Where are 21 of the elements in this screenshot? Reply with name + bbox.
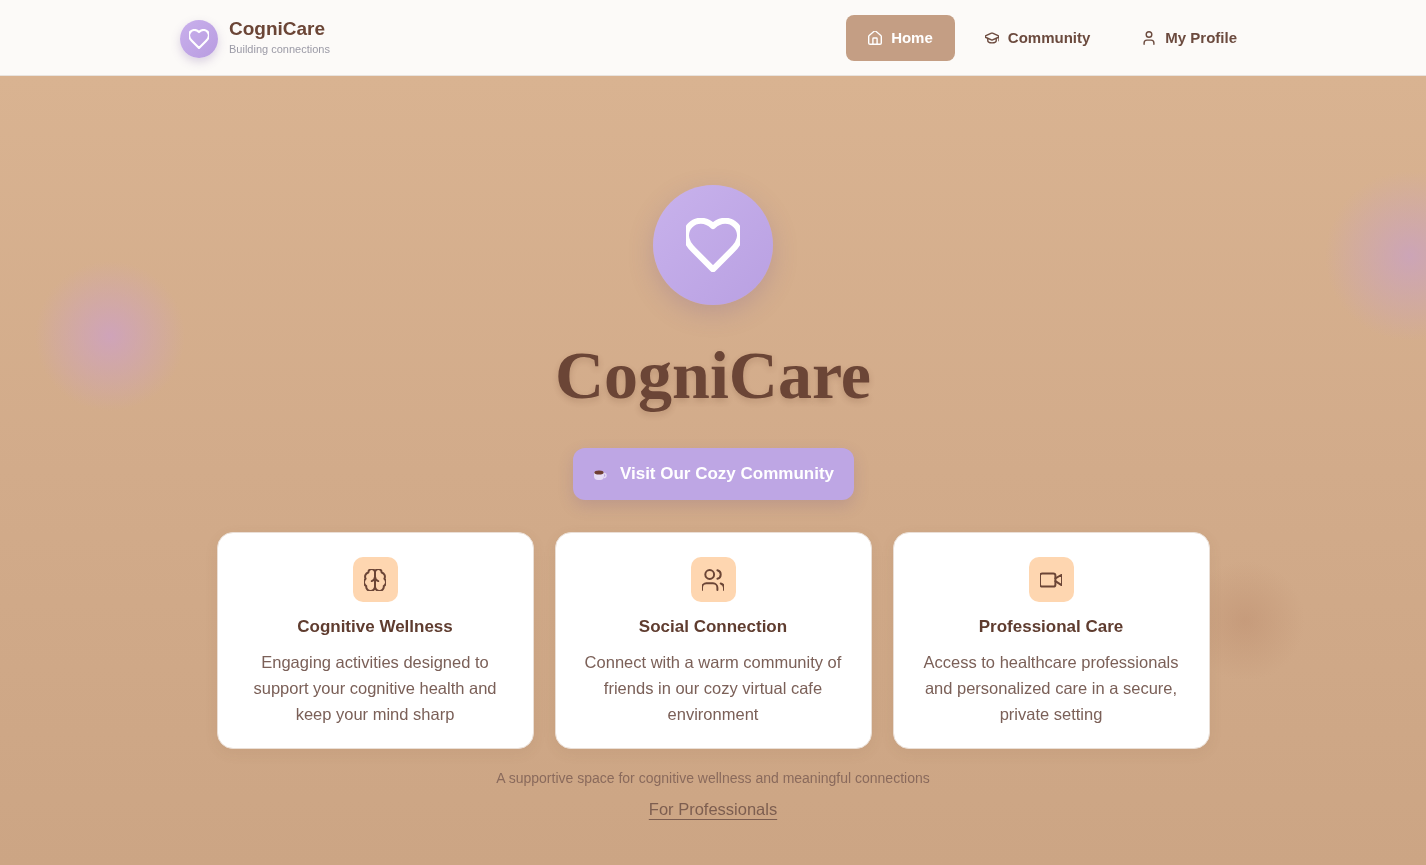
visit-community-button[interactable]: Visit Our Cozy Community — [572, 448, 854, 500]
logo-title: CogniCare — [229, 16, 327, 41]
tagline-text: A supportive space for cognitive wellness and meaningful connections — [496, 769, 930, 788]
hero-title: CogniCare — [554, 336, 872, 415]
nav-tab[interactable]: My Profile — [1120, 14, 1259, 61]
feature-title: Social Connection — [638, 616, 788, 638]
feature-description: Connect with a warm community of friends in our cozy virtual cafe environment — [583, 652, 843, 725]
brain-icon — [352, 557, 398, 602]
feature-description: Access to healthcare professionals and personalized care in a secure, private setting — [922, 652, 1180, 725]
feature-title: Professional Care — [978, 616, 1124, 638]
feature-title: Cognitive Wellness — [297, 616, 453, 638]
people-icon — [690, 557, 736, 602]
graduation-cap-icon — [984, 30, 999, 45]
nav-tab[interactable]: Community — [962, 14, 1113, 61]
feature-description: Engaging activities designed to support your cognitive health and keep your mind sharp — [252, 652, 498, 725]
house-icon — [868, 30, 883, 45]
nav-tab[interactable]: Home — [846, 14, 955, 61]
for-professionals-link[interactable]: For Professionals — [648, 798, 778, 820]
logo-subtitle: Building connections — [229, 41, 330, 56]
video-camera-icon — [1028, 557, 1074, 602]
user-icon — [1142, 30, 1157, 45]
